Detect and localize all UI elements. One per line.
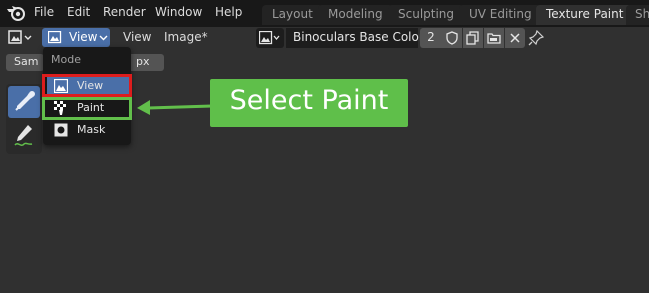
annotate-tool-button[interactable] bbox=[8, 120, 40, 152]
tab-sculpting[interactable]: Sculpting bbox=[388, 5, 465, 25]
folder-icon bbox=[487, 33, 501, 44]
duplicate-image-button[interactable] bbox=[463, 28, 483, 48]
menu-edit[interactable]: Edit bbox=[67, 5, 90, 19]
tab-layout[interactable]: Layout bbox=[262, 5, 323, 25]
pin-icon[interactable] bbox=[528, 30, 544, 46]
sample-button[interactable]: Sam bbox=[6, 54, 44, 71]
menu-help[interactable]: Help bbox=[215, 5, 242, 19]
shield-icon bbox=[446, 31, 458, 45]
mode-dropdown-button[interactable]: View bbox=[42, 28, 110, 47]
header-menu-view[interactable]: View bbox=[123, 30, 151, 44]
blender-logo-icon[interactable] bbox=[6, 4, 26, 22]
image-name-field[interactable]: Binoculars Base Color bbox=[286, 28, 424, 48]
instruction-callout: Select Paint bbox=[210, 79, 408, 127]
tab-texture-paint[interactable]: Texture Paint bbox=[536, 5, 634, 25]
mode-option-label: Mask bbox=[77, 123, 106, 136]
tab-shading[interactable]: Sh bbox=[626, 5, 649, 25]
image-users-count[interactable]: 2 bbox=[420, 28, 442, 48]
browse-image-button[interactable] bbox=[256, 28, 284, 48]
header-menu-image[interactable]: Image* bbox=[164, 30, 208, 44]
editor-type-selector[interactable] bbox=[8, 30, 34, 46]
tab-uv-editing[interactable]: UV Editing bbox=[459, 5, 542, 25]
image-editor-icon bbox=[8, 30, 32, 44]
mask-icon bbox=[54, 123, 68, 137]
image-editor-header: View View Image* Binoculars Base Color 2 bbox=[0, 27, 649, 48]
mode-option-mask[interactable]: Mask bbox=[47, 120, 129, 140]
image-view-icon bbox=[48, 31, 62, 44]
unlink-image-button[interactable] bbox=[505, 28, 525, 48]
annotate-pen-icon bbox=[14, 125, 33, 147]
tab-modeling[interactable]: Modeling bbox=[318, 5, 393, 25]
current-mode-highlight bbox=[42, 74, 132, 97]
image-browse-icon bbox=[259, 31, 280, 45]
dropdown-title: Mode bbox=[51, 53, 81, 66]
left-toolbar bbox=[6, 84, 42, 154]
fake-user-button[interactable] bbox=[442, 28, 462, 48]
target-mode-highlight bbox=[42, 97, 132, 120]
arrow-left-icon bbox=[137, 100, 213, 115]
menu-window[interactable]: Window bbox=[155, 5, 202, 19]
duplicate-icon bbox=[466, 31, 479, 45]
mode-label: View bbox=[69, 30, 98, 44]
eyedropper-icon bbox=[15, 91, 35, 111]
sample-tool-button[interactable] bbox=[8, 86, 40, 118]
menu-render[interactable]: Render bbox=[103, 5, 146, 19]
chevron-down-icon bbox=[99, 35, 108, 41]
menu-file[interactable]: File bbox=[34, 5, 54, 19]
open-image-button[interactable] bbox=[484, 28, 504, 48]
top-menu-bar: File Edit Render Window Help Layout Mode… bbox=[0, 0, 649, 27]
close-icon bbox=[510, 33, 520, 43]
